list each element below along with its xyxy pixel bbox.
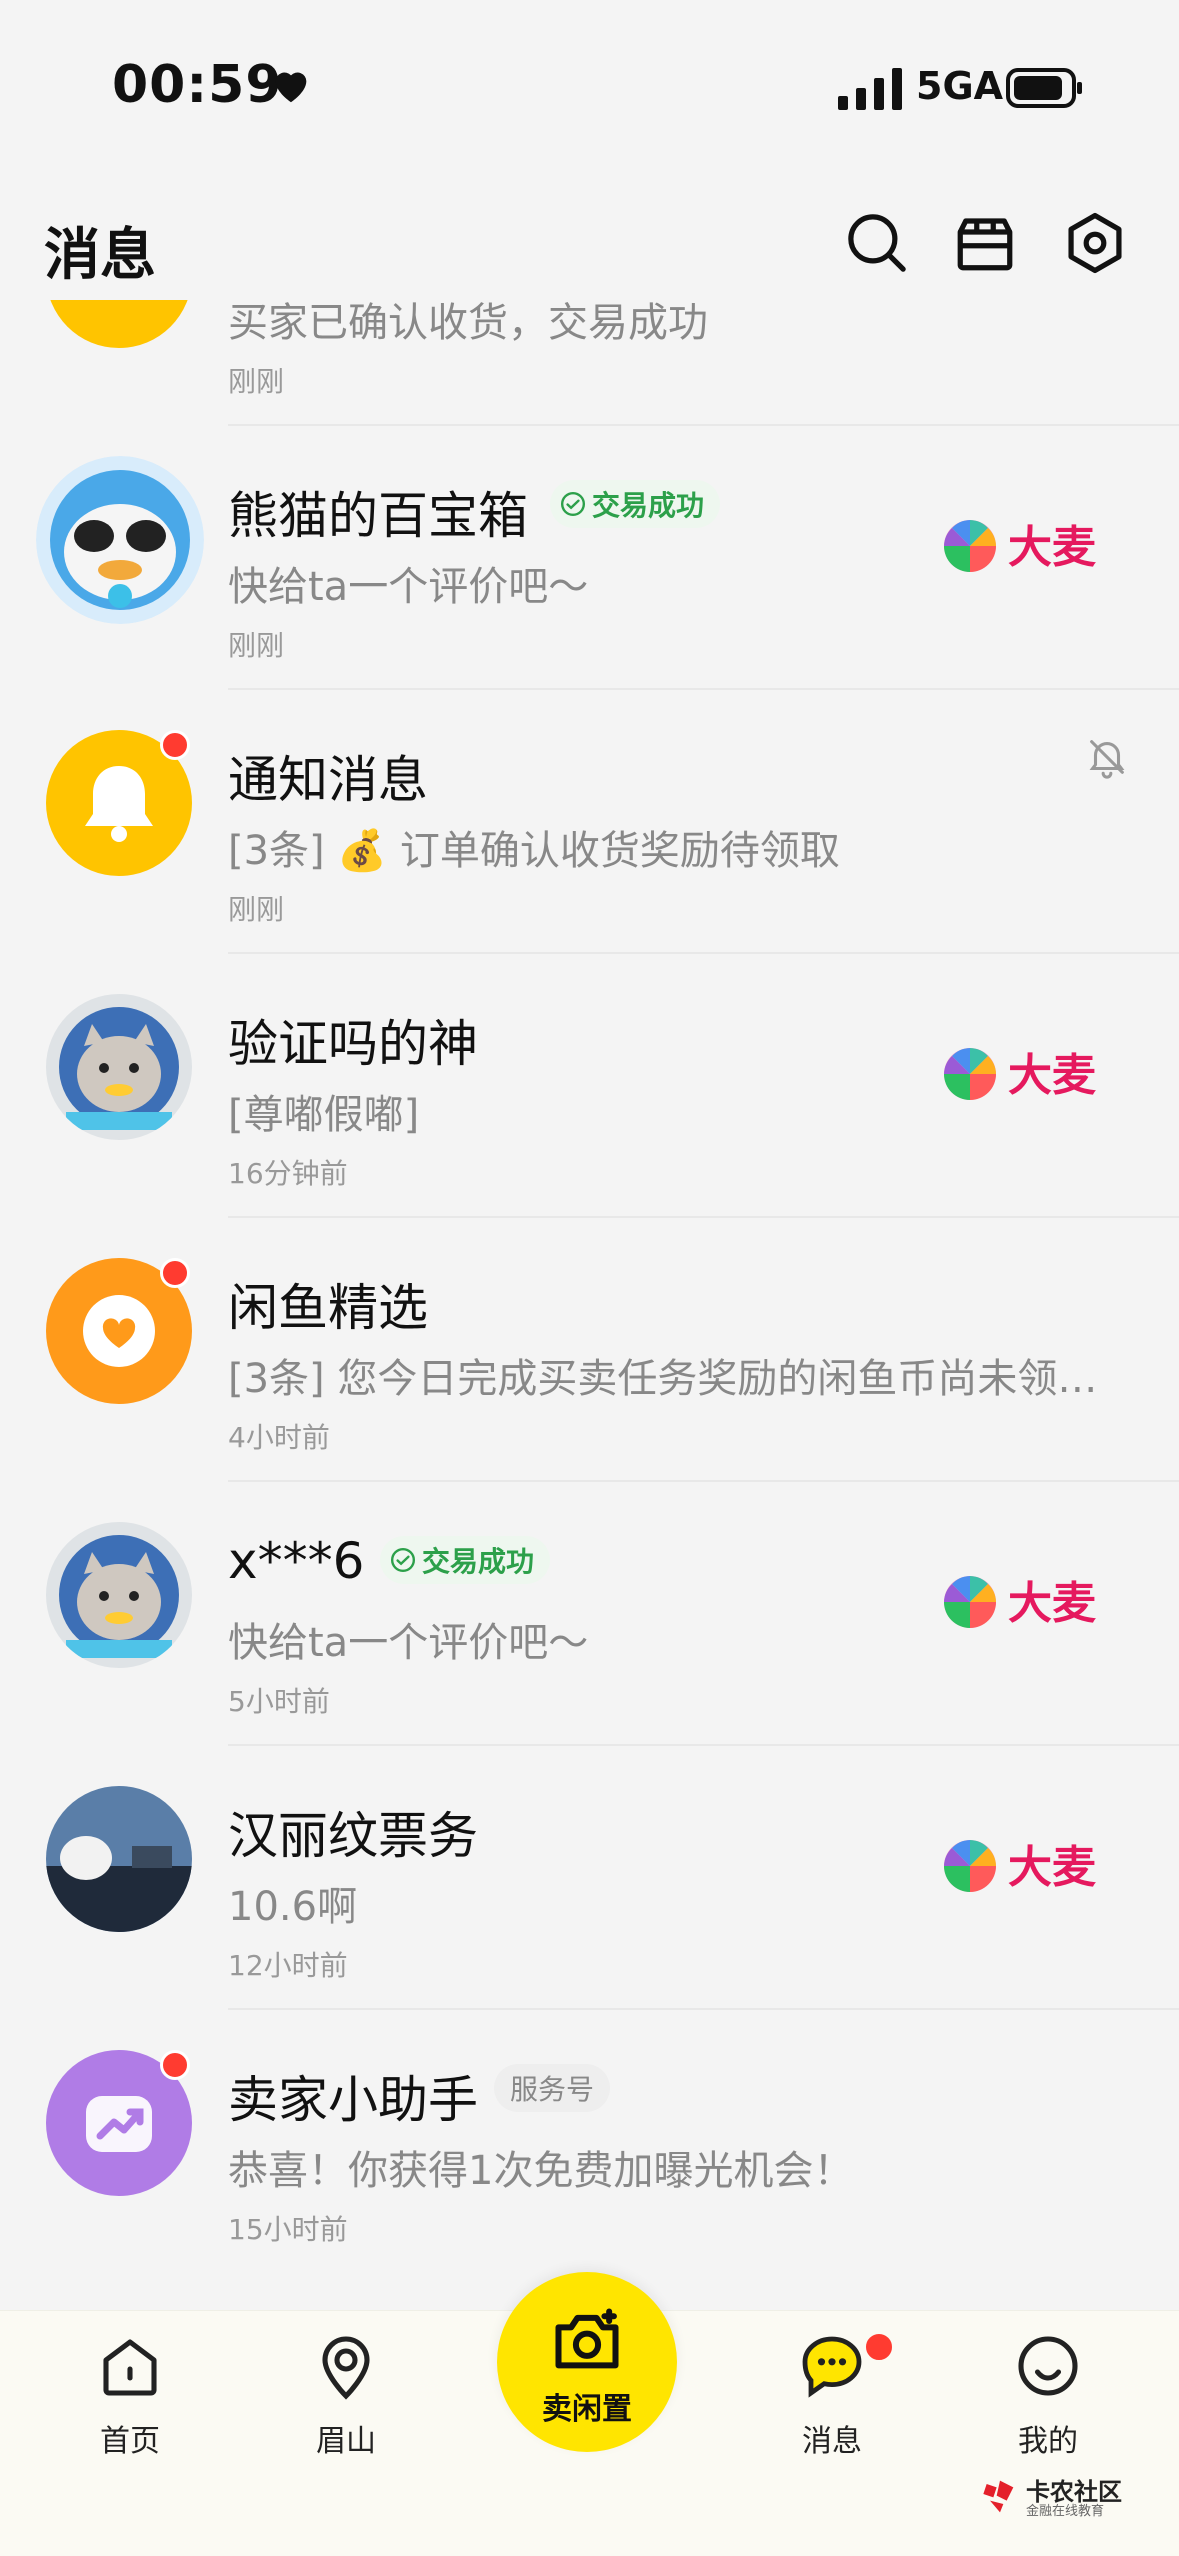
message-preview: 买家已确认收货，交易成功 bbox=[228, 300, 708, 346]
message-preview: 恭喜！你获得1次免费加曝光机会！ bbox=[228, 2148, 854, 2194]
tab-label: 消息 bbox=[802, 2424, 862, 2459]
conversation-row[interactable]: 汉丽纹票务 10.6啊 12小时前 大麦 bbox=[0, 1746, 1179, 2010]
avatar bbox=[46, 300, 192, 348]
avatar bbox=[46, 994, 192, 1140]
contact-name: 卖家小助手 bbox=[228, 2071, 478, 2129]
settings-icon[interactable] bbox=[1062, 210, 1128, 276]
item-thumbnail[interactable]: 大麦 bbox=[936, 1018, 1136, 1158]
tab-label: 我的 bbox=[1018, 2424, 1078, 2459]
tab-label: 首页 bbox=[100, 2424, 160, 2459]
message-preview: [3条] 您今日完成买卖任务奖励的闲鱼币尚未领取，快来看看吧 bbox=[228, 1356, 1098, 1402]
thumbnail-label: 大麦 bbox=[1008, 1578, 1096, 1629]
conversation-row[interactable]: 闲鱼精选 [3条] 您今日完成买卖任务奖励的闲鱼币尚未领取，快来看看吧 4小时前 bbox=[0, 1218, 1179, 1482]
publish-button[interactable]: 卖闲置 bbox=[497, 2272, 677, 2452]
message-time: 12小时前 bbox=[228, 1949, 348, 1982]
avatar bbox=[36, 456, 204, 624]
message-preview: 快给ta一个评价吧～ bbox=[228, 564, 589, 610]
unread-dot bbox=[160, 2050, 190, 2080]
watermark-subtitle: 金融在线教育 bbox=[1026, 2504, 1105, 2519]
item-thumbnail[interactable]: 大麦 bbox=[936, 1810, 1136, 1950]
shop-icon[interactable] bbox=[952, 210, 1018, 276]
contact-name: 汉丽纹票务 bbox=[228, 1807, 478, 1865]
message-preview: 10.6啊 bbox=[228, 1884, 358, 1930]
contact-name: 通知消息 bbox=[228, 751, 428, 809]
conversation-row[interactable]: 买家已确认收货，交易成功 刚刚 bbox=[0, 300, 1179, 426]
status-badge: 交易成功 bbox=[550, 480, 721, 528]
unread-dot bbox=[160, 1258, 190, 1288]
message-time: 刚刚 bbox=[228, 365, 285, 398]
home-icon bbox=[103, 2339, 157, 2396]
conversation-row[interactable]: 验证吗的神 [尊嘟假嘟] 16分钟前 大麦 bbox=[0, 954, 1179, 1218]
location-icon bbox=[322, 2336, 370, 2400]
page-title: 消息 bbox=[44, 223, 156, 288]
avatar bbox=[46, 1786, 192, 1932]
contact-name: 闲鱼精选 bbox=[228, 1279, 428, 1337]
contact-name: 熊猫的百宝箱 bbox=[228, 487, 528, 545]
conversation-list: 买家已确认收货，交易成功 刚刚 熊猫的百宝箱 交易成功 快给ta一个评价吧～ 刚… bbox=[0, 300, 1179, 2310]
check-circle-icon bbox=[390, 1547, 416, 1573]
badge-label: 交易成功 bbox=[422, 1545, 535, 1578]
watermark-logo-icon bbox=[983, 2480, 1014, 2513]
badge-label: 交易成功 bbox=[592, 489, 705, 522]
thumbnail-label: 大麦 bbox=[1008, 1842, 1096, 1893]
publish-label: 卖闲置 bbox=[542, 2392, 632, 2427]
unread-dot bbox=[862, 2330, 896, 2364]
message-time: 刚刚 bbox=[228, 893, 285, 926]
tab-mine[interactable]: 我的 bbox=[978, 2330, 1118, 2460]
camera-icon bbox=[555, 2308, 619, 2369]
message-time: 刚刚 bbox=[228, 629, 285, 662]
mute-bell-icon bbox=[1089, 740, 1125, 779]
conversation-row[interactable]: x***6 交易成功 快给ta一个评价吧～ 5小时前 大麦 bbox=[0, 1482, 1179, 1746]
profile-smile-icon bbox=[1018, 2336, 1078, 2396]
conversation-row[interactable]: 卖家小助手 服务号 恭喜！你获得1次免费加曝光机会！ 15小时前 bbox=[0, 2010, 1179, 2274]
message-time: 15小时前 bbox=[228, 2213, 348, 2246]
message-preview: [3条] 💰 订单确认收货奖励待领取 bbox=[228, 828, 840, 874]
message-time: 5小时前 bbox=[228, 1685, 330, 1718]
item-thumbnail[interactable]: 大麦 bbox=[936, 1546, 1136, 1686]
thumbnail-label: 大麦 bbox=[1008, 522, 1096, 573]
page-header: 消息 bbox=[0, 170, 1179, 310]
battery-icon bbox=[1006, 68, 1082, 108]
cellular-signal-icon bbox=[838, 68, 902, 110]
message-preview: [尊嘟假嘟] bbox=[228, 1092, 420, 1138]
status-bar: 00:59 5GA bbox=[0, 0, 1179, 170]
conversation-row[interactable]: 通知消息 [3条] 💰 订单确认收货奖励待领取 刚刚 bbox=[0, 690, 1179, 954]
check-circle-icon bbox=[560, 491, 586, 517]
tab-home[interactable]: 首页 bbox=[60, 2330, 200, 2460]
heart-icon bbox=[275, 72, 307, 103]
network-type: 5GA bbox=[916, 64, 1004, 108]
message-time: 4小时前 bbox=[228, 1421, 330, 1454]
contact-name: 验证吗的神 bbox=[228, 1015, 478, 1073]
avatar bbox=[46, 1522, 192, 1668]
unread-dot bbox=[160, 730, 190, 760]
clock: 00:59 bbox=[112, 55, 283, 115]
tab-local[interactable]: 眉山 bbox=[276, 2330, 416, 2460]
message-preview: 快给ta一个评价吧～ bbox=[228, 1620, 589, 1666]
service-badge: 服务号 bbox=[494, 2064, 611, 2112]
contact-name: x***6 bbox=[228, 1532, 365, 1590]
tab-label: 眉山 bbox=[316, 2424, 376, 2459]
conversation-row[interactable]: 熊猫的百宝箱 交易成功 快给ta一个评价吧～ 刚刚 大麦 bbox=[0, 426, 1179, 690]
message-time: 16分钟前 bbox=[228, 1157, 348, 1190]
chat-bubble-icon bbox=[802, 2336, 862, 2398]
item-thumbnail[interactable]: 大麦 bbox=[936, 490, 1136, 630]
watermark: 卡农社区 金融在线教育 bbox=[980, 2466, 1160, 2519]
status-badge: 交易成功 bbox=[380, 1536, 551, 1584]
search-icon[interactable] bbox=[844, 210, 910, 276]
thumbnail-label: 大麦 bbox=[1008, 1050, 1096, 1101]
